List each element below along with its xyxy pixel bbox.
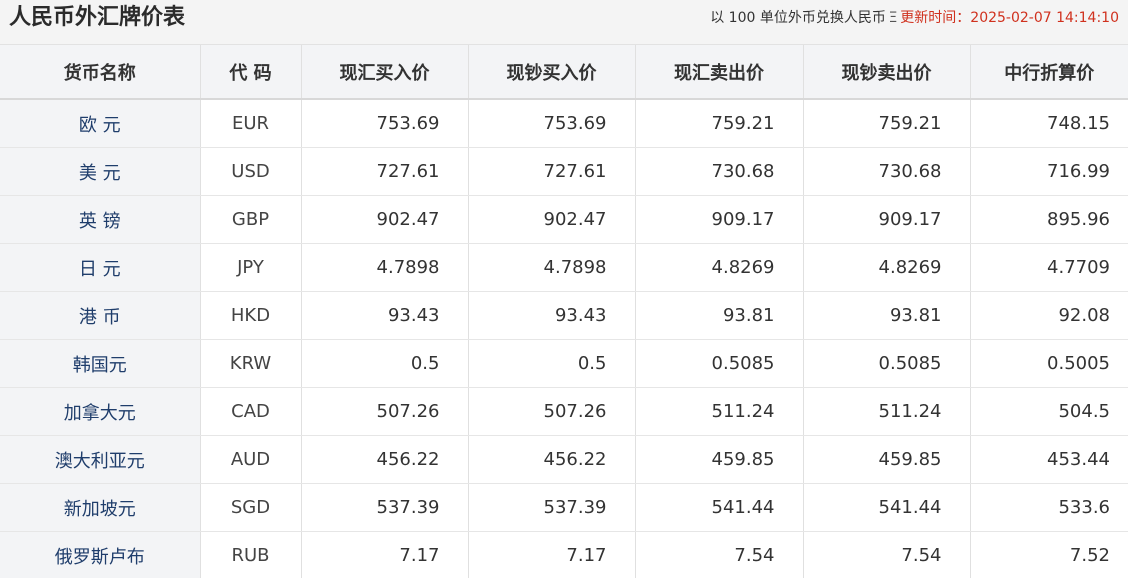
currency-name-cell: 韩国元 [0,339,201,388]
spot-buy-cell: 507.26 [301,387,469,436]
spot-buy-cell: 727.61 [301,147,469,196]
page-title: 人民币外汇牌价表 [9,5,186,30]
spot-sell-cell: 511.24 [635,387,804,436]
currency-code-cell: EUR [200,99,302,148]
spot-buy-cell: 4.7898 [301,243,469,292]
header-info: 以 100 单位外币兑换人民币 Ξ 更新时间：2025-02-07 14:14:… [710,9,1119,27]
currency-name-cell: 澳大利亚元 [0,435,201,484]
cash-buy-cell: 0.5 [468,339,636,388]
cash-buy-cell: 753.69 [468,99,636,148]
table-row: 俄罗斯卢布 RUB 7.17 7.17 7.54 7.54 7.52 [0,531,1128,578]
currency-code-cell: RUB [200,531,302,578]
spot-sell-cell: 759.21 [635,99,804,148]
boc-rate-cell: 7.52 [970,531,1128,578]
table-row: 新加坡元 SGD 537.39 537.39 541.44 541.44 533… [0,483,1128,532]
spot-sell-cell: 7.54 [635,531,804,578]
boc-rate-cell: 895.96 [970,195,1128,244]
currency-code-cell: SGD [200,483,302,532]
column-header-cash-buy: 现钞买入价 [468,45,636,100]
boc-rate-cell: 92.08 [970,291,1128,340]
cash-sell-cell: 759.21 [803,99,971,148]
currency-code-cell: GBP [200,195,302,244]
spot-sell-cell: 93.81 [635,291,804,340]
boc-rate-cell: 716.99 [970,147,1128,196]
currency-name-cell: 新加坡元 [0,483,201,532]
boc-rate-cell: 748.15 [970,99,1128,148]
column-header-cash-sell: 现钞卖出价 [803,45,971,100]
page-header: 人民币外汇牌价表 以 100 单位外币兑换人民币 Ξ 更新时间：2025-02-… [0,0,1128,45]
currency-code-cell: KRW [200,339,302,388]
table-header-row: 货币名称 代 码 现汇买入价 现钞买入价 现汇卖出价 现钞卖出价 中行折算价 [0,45,1128,100]
currency-name-cell: 欧 元 [0,99,201,148]
cash-buy-cell: 7.17 [468,531,636,578]
currency-name-cell: 美 元 [0,147,201,196]
column-header-code: 代 码 [200,45,302,100]
table-row: 日 元 JPY 4.7898 4.7898 4.8269 4.8269 4.77… [0,243,1128,292]
spot-sell-cell: 0.5085 [635,339,804,388]
table-row: 美 元 USD 727.61 727.61 730.68 730.68 716.… [0,147,1128,196]
spot-buy-cell: 902.47 [301,195,469,244]
cash-buy-cell: 4.7898 [468,243,636,292]
spot-buy-cell: 7.17 [301,531,469,578]
boc-rate-cell: 504.5 [970,387,1128,436]
cash-buy-cell: 456.22 [468,435,636,484]
unit-note: 以 100 单位外币兑换人民币 [710,10,886,26]
table-row: 英 镑 GBP 902.47 902.47 909.17 909.17 895.… [0,195,1128,244]
cash-buy-cell: 727.61 [468,147,636,196]
boc-rate-cell: 453.44 [970,435,1128,484]
table-row: 韩国元 KRW 0.5 0.5 0.5085 0.5085 0.5005 [0,339,1128,388]
currency-name-cell: 俄罗斯卢布 [0,531,201,578]
column-header-spot-buy: 现汇买入价 [301,45,469,100]
spot-buy-cell: 456.22 [301,435,469,484]
boc-rate-cell: 4.7709 [970,243,1128,292]
spot-buy-cell: 0.5 [301,339,469,388]
boc-rate-cell: 0.5005 [970,339,1128,388]
currency-code-cell: CAD [200,387,302,436]
cash-sell-cell: 541.44 [803,483,971,532]
update-time-label: 更新时间： [900,10,971,26]
currency-name-cell: 加拿大元 [0,387,201,436]
column-header-boc-rate: 中行折算价 [970,45,1128,100]
cash-sell-cell: 0.5085 [803,339,971,388]
header-separator: Ξ [885,10,901,26]
currency-code-cell: JPY [200,243,302,292]
cash-sell-cell: 511.24 [803,387,971,436]
spot-sell-cell: 541.44 [635,483,804,532]
cash-buy-cell: 507.26 [468,387,636,436]
cash-sell-cell: 4.8269 [803,243,971,292]
spot-sell-cell: 4.8269 [635,243,804,292]
column-header-spot-sell: 现汇卖出价 [635,45,804,100]
column-header-currency-name: 货币名称 [0,45,201,100]
cash-sell-cell: 7.54 [803,531,971,578]
spot-sell-cell: 459.85 [635,435,804,484]
spot-sell-cell: 730.68 [635,147,804,196]
table-row: 欧 元 EUR 753.69 753.69 759.21 759.21 748.… [0,99,1128,148]
spot-buy-cell: 537.39 [301,483,469,532]
cash-sell-cell: 730.68 [803,147,971,196]
table-row: 港 币 HKD 93.43 93.43 93.81 93.81 92.08 [0,291,1128,340]
currency-code-cell: USD [200,147,302,196]
currency-name-cell: 港 币 [0,291,201,340]
update-time-value: 2025-02-07 14:14:10 [970,10,1119,26]
spot-sell-cell: 909.17 [635,195,804,244]
currency-code-cell: AUD [200,435,302,484]
cash-sell-cell: 909.17 [803,195,971,244]
currency-name-cell: 日 元 [0,243,201,292]
currency-code-cell: HKD [200,291,302,340]
cash-sell-cell: 459.85 [803,435,971,484]
boc-rate-cell: 533.6 [970,483,1128,532]
cash-buy-cell: 902.47 [468,195,636,244]
cash-buy-cell: 537.39 [468,483,636,532]
exchange-rate-table: 货币名称 代 码 现汇买入价 现钞买入价 现汇卖出价 现钞卖出价 中行折算价 欧… [0,45,1128,578]
spot-buy-cell: 753.69 [301,99,469,148]
table-row: 加拿大元 CAD 507.26 507.26 511.24 511.24 504… [0,387,1128,436]
currency-name-cell: 英 镑 [0,195,201,244]
cash-sell-cell: 93.81 [803,291,971,340]
cash-buy-cell: 93.43 [468,291,636,340]
table-row: 澳大利亚元 AUD 456.22 456.22 459.85 459.85 45… [0,435,1128,484]
spot-buy-cell: 93.43 [301,291,469,340]
